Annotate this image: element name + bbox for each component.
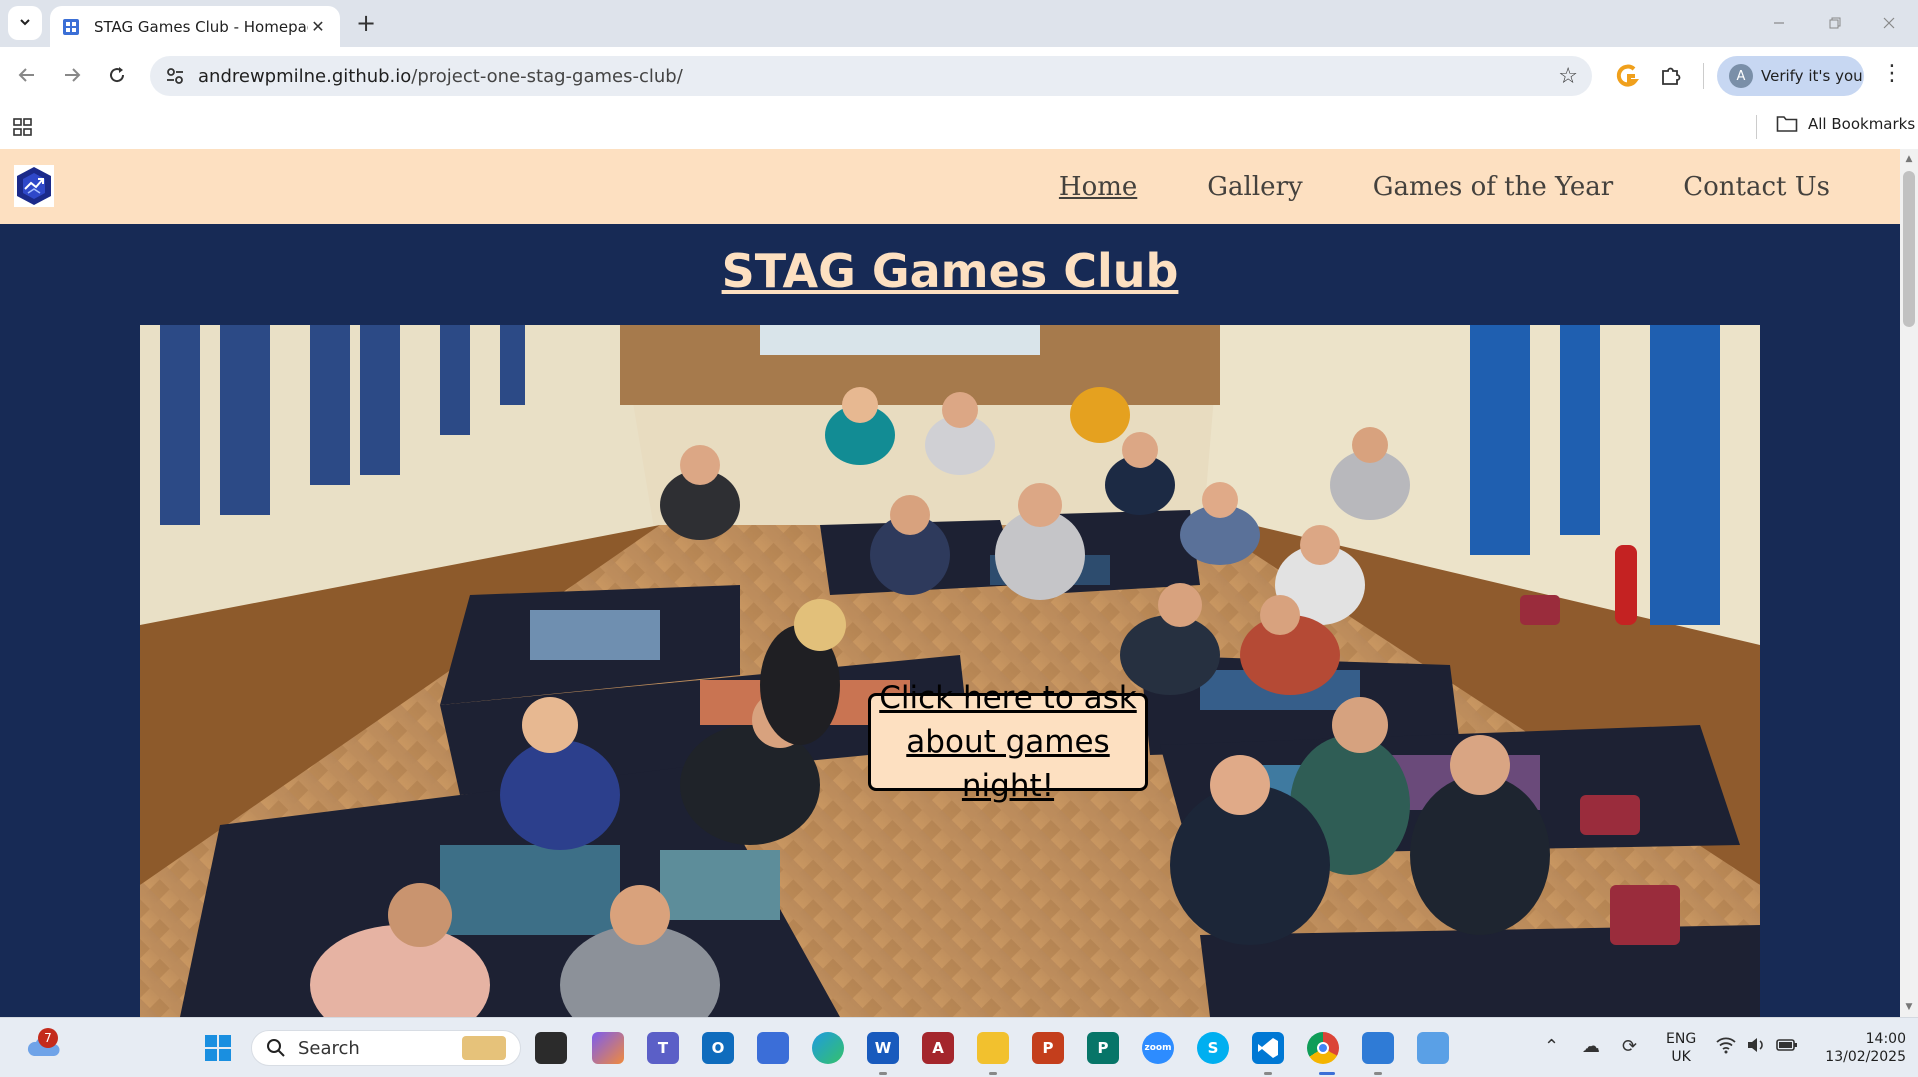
games-night-photo (140, 325, 1760, 1017)
notepad-icon[interactable] (1362, 1032, 1394, 1064)
scrollbar-thumb[interactable] (1903, 171, 1915, 327)
site-favicon-icon (62, 18, 80, 36)
extension-icon[interactable] (1612, 61, 1642, 91)
folder-icon (1776, 116, 1798, 132)
site-navbar: Home Gallery Games of the Year Contact U… (0, 149, 1900, 224)
volume-icon[interactable] (1746, 1036, 1766, 1059)
extensions-puzzle-icon[interactable] (1656, 61, 1686, 91)
address-bar[interactable]: andrewpmilne.github.io/project-one-stag-… (150, 56, 1592, 96)
menu-kebab-icon[interactable]: ⋮ (1880, 61, 1904, 86)
browser-tab[interactable]: STAG Games Club - Homepage ✕ (50, 6, 340, 47)
club-logo[interactable] (14, 165, 54, 207)
store-icon[interactable] (757, 1032, 789, 1064)
url-host: andrewpmilne.github.io (198, 65, 412, 87)
language-region: UK (1671, 1049, 1691, 1065)
nav-link-games-of-the-year[interactable]: Games of the Year (1373, 172, 1614, 202)
access-icon[interactable]: A (922, 1032, 954, 1064)
zoom-icon[interactable]: zoom (1142, 1032, 1174, 1064)
start-windows-icon[interactable] (202, 1032, 234, 1064)
web-page: Home Gallery Games of the Year Contact U… (0, 149, 1900, 1017)
cta-text: Click here to ask about games night! (871, 676, 1145, 808)
forward-arrow-icon (65, 68, 81, 82)
vscode-running-indicator (1264, 1072, 1272, 1075)
scroll-down-arrow-icon[interactable]: ▼ (1900, 999, 1918, 1015)
snipping-tool-icon[interactable] (1417, 1032, 1449, 1064)
publisher-icon[interactable]: P (1087, 1032, 1119, 1064)
back-button[interactable] (9, 57, 45, 93)
outlook-icon[interactable]: O (702, 1032, 734, 1064)
chrome-active-indicator (1319, 1072, 1335, 1075)
cta-line-1: Click here to ask (879, 680, 1137, 716)
tab-search-button[interactable] (8, 6, 42, 40)
tab-close-icon[interactable]: ✕ (308, 17, 328, 36)
show-hidden-icons-icon[interactable]: ⌃ (1544, 1036, 1559, 1057)
bookmarks-divider (1756, 115, 1757, 139)
avatar: A (1729, 64, 1753, 88)
minimize-button[interactable] (1752, 6, 1806, 40)
system-clock[interactable]: 14:00 13/02/2025 (1816, 1030, 1906, 1066)
ask-about-games-night-button[interactable]: Click here to ask about games night! (868, 680, 1148, 804)
close-window-button[interactable] (1862, 6, 1916, 40)
skype-icon[interactable]: S (1197, 1032, 1229, 1064)
all-bookmarks-button[interactable]: All Bookmarks (1776, 115, 1915, 133)
reload-icon (110, 67, 125, 83)
bookmark-star-icon[interactable]: ☆ (1558, 64, 1578, 89)
tab-title: STAG Games Club - Homepage (94, 17, 308, 36)
teams-icon[interactable]: T (647, 1032, 679, 1064)
apps-grid-icon[interactable] (12, 116, 36, 140)
word-running-indicator (879, 1072, 887, 1075)
all-bookmarks-label: All Bookmarks (1808, 115, 1916, 133)
battery-icon[interactable] (1776, 1036, 1798, 1059)
explorer-running-indicator (989, 1072, 997, 1075)
url-text: andrewpmilne.github.io/project-one-stag-… (198, 66, 683, 87)
nav-link-home[interactable]: Home (1059, 172, 1137, 202)
bookmarks-bar: All Bookmarks (0, 107, 1918, 149)
language-code: ENG (1666, 1031, 1697, 1047)
hero-image (140, 325, 1760, 1017)
search-placeholder: Search (298, 1037, 360, 1059)
forward-button[interactable] (54, 57, 90, 93)
site-info-icon[interactable] (164, 65, 186, 87)
file-explorer-icon[interactable] (977, 1032, 1009, 1064)
page-scrollbar[interactable]: ▲ ▼ (1900, 149, 1918, 1017)
nav-link-contact-us[interactable]: Contact Us (1683, 172, 1830, 202)
page-title: STAG Games Club (721, 244, 1179, 298)
sync-icon[interactable]: ⟳ (1622, 1036, 1637, 1057)
cta-line-2: about games night! (906, 724, 1110, 804)
vscode-icon[interactable] (1252, 1032, 1284, 1064)
chrome-icon[interactable] (1307, 1032, 1339, 1064)
scroll-up-arrow-icon[interactable]: ▲ (1900, 151, 1918, 167)
search-icon (267, 1039, 285, 1057)
windows-taskbar: 7 Search T O W A P P zoom S ⌃ ☁ ⟳ ENG UK (0, 1017, 1918, 1077)
word-icon[interactable]: W (867, 1032, 899, 1064)
verify-profile-button[interactable]: A Verify it's you (1717, 56, 1864, 96)
nav-links: Home Gallery Games of the Year Contact U… (989, 149, 1830, 224)
reload-button[interactable] (99, 57, 135, 93)
chevron-down-icon (18, 14, 32, 33)
wifi-icon[interactable] (1716, 1036, 1736, 1059)
language-indicator[interactable]: ENG UK (1666, 1030, 1696, 1066)
powerpoint-icon[interactable]: P (1032, 1032, 1064, 1064)
onedrive-icon[interactable]: ☁ (1582, 1036, 1600, 1057)
nav-link-gallery[interactable]: Gallery (1207, 172, 1302, 202)
restore-button[interactable] (1808, 6, 1862, 40)
toolbar-divider (1703, 63, 1704, 89)
task-view-icon[interactable] (535, 1032, 567, 1064)
tab-strip: STAG Games Club - Homepage ✕ + (0, 0, 1918, 47)
clock-time: 14:00 (1865, 1031, 1906, 1047)
browser-toolbar: andrewpmilne.github.io/project-one-stag-… (0, 47, 1918, 107)
clock-date: 13/02/2025 (1825, 1049, 1906, 1065)
new-tab-button[interactable]: + (352, 9, 380, 37)
taskbar-search-input[interactable]: Search (251, 1030, 521, 1066)
back-arrow-icon (18, 68, 34, 82)
edge-icon[interactable] (812, 1032, 844, 1064)
notification-badge: 7 (38, 1028, 58, 1048)
search-highlight-icon (462, 1036, 506, 1060)
url-path: /project-one-stag-games-club/ (411, 65, 683, 87)
copilot-icon[interactable] (592, 1032, 624, 1064)
notepad-running-indicator (1374, 1072, 1382, 1075)
verify-label: Verify it's you (1761, 67, 1863, 85)
